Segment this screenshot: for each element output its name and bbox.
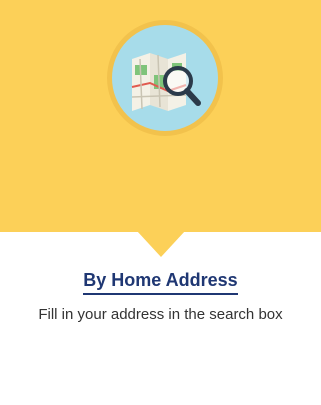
card-hero-panel — [0, 0, 321, 232]
home-address-card[interactable]: By Home Address Fill in your address in … — [0, 0, 321, 405]
card-title-link[interactable]: By Home Address — [83, 268, 238, 295]
hero-pointer-arrow — [137, 231, 185, 257]
card-title: By Home Address — [0, 268, 321, 295]
card-description: Fill in your address in the search box — [38, 306, 283, 323]
map-search-icon — [107, 20, 223, 136]
